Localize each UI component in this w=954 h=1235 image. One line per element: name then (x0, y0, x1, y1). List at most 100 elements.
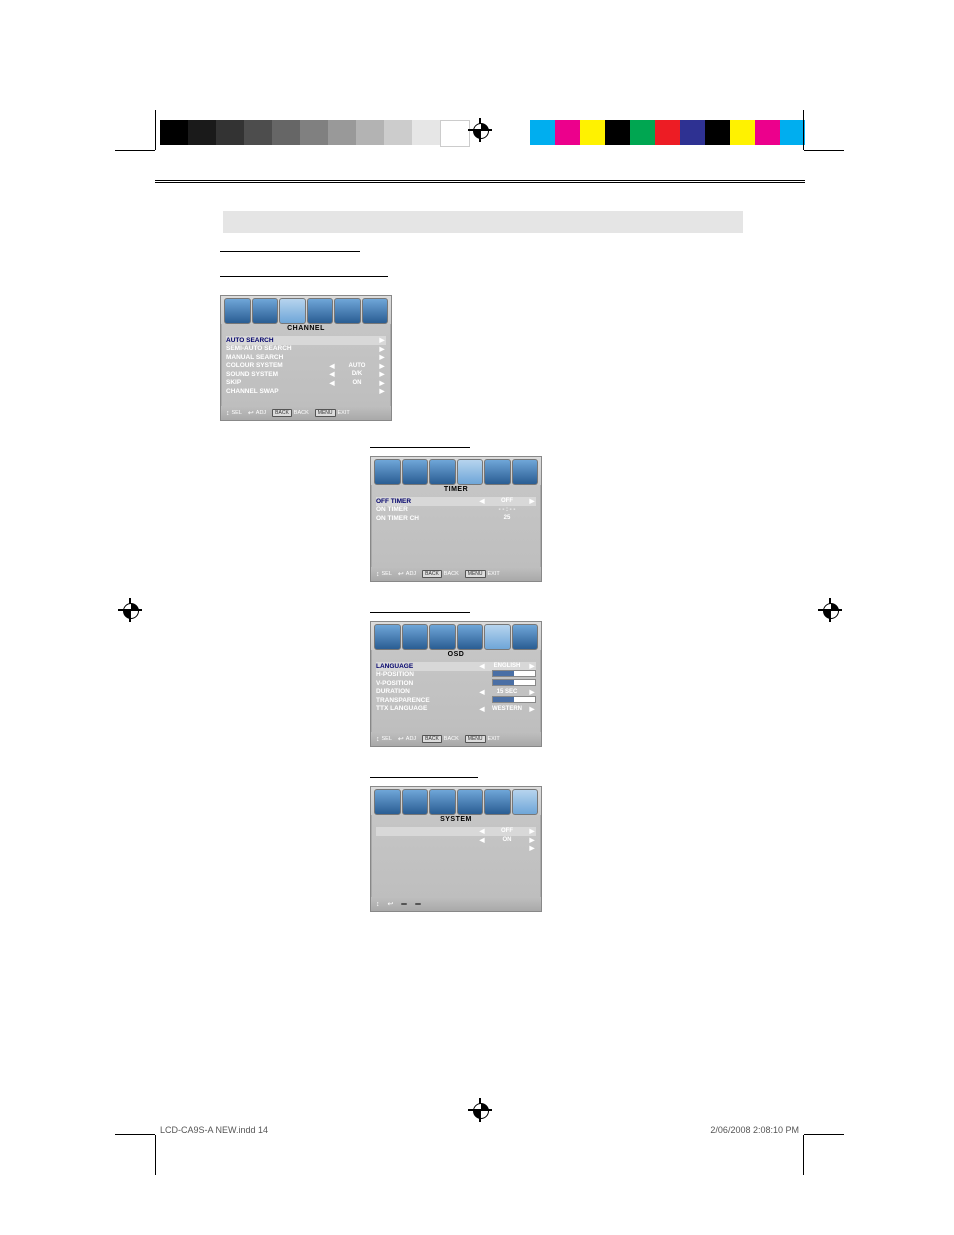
menu-row-label: TTX LANGUAGE (376, 705, 478, 712)
system-icon[interactable] (512, 624, 539, 650)
slider-value: 50 (542, 695, 549, 701)
arrow-right-icon: ▶ (528, 688, 536, 696)
footer-hint: MENUEXIT (465, 735, 500, 743)
channel-icon[interactable] (279, 298, 306, 324)
menu-row[interactable]: SOUND SYSTEM◀D/K▶ (226, 370, 386, 379)
arrow-left-icon: ◀ (478, 827, 486, 835)
menu-row[interactable]: TRANSPARENCE50 (376, 696, 536, 705)
timer-icon[interactable] (307, 298, 334, 324)
menu-row[interactable]: AUTO SEARCH▶ (226, 336, 386, 345)
sound-icon[interactable] (402, 789, 429, 815)
hint-text: EXIT (488, 571, 500, 577)
picture-icon[interactable] (374, 624, 401, 650)
system-icon[interactable] (362, 298, 389, 324)
menu-row-label: AUTO SEARCH (226, 337, 336, 344)
rule-double (155, 180, 805, 183)
menu-row[interactable]: V-POSITION 50 (376, 679, 536, 688)
timer-icon[interactable] (457, 459, 484, 485)
nav-symbol-icon: ↩ (398, 570, 404, 578)
timer-icon[interactable] (457, 789, 484, 815)
arrow-left-icon: ◀ (328, 362, 336, 370)
nav-symbol-icon: ↕ (376, 901, 380, 908)
footer-hint (415, 903, 423, 905)
osd-icon[interactable] (484, 789, 511, 815)
key-label: BACK (422, 570, 442, 578)
menu-row[interactable]: ◀OFF▶ (376, 827, 536, 836)
osd-icon[interactable] (484, 624, 511, 650)
slider-bar[interactable]: 50 (492, 679, 536, 686)
footer-hint: ↕SEL (376, 736, 392, 743)
slider-bar[interactable]: 50 (492, 670, 536, 677)
menu-row-value: WESTERN (486, 706, 528, 712)
menu-row-label: DURATION (376, 688, 478, 695)
menu-row[interactable]: LANGUAGE◀ENGLISH▶ (376, 662, 536, 671)
menu-row[interactable]: DURATION◀15 SEC▶ (376, 688, 536, 697)
hint-text: SEL (382, 736, 392, 742)
menu-row[interactable]: COLOUR SYSTEM◀AUTO▶ (226, 362, 386, 371)
arrow-right-icon: ▶ (378, 387, 386, 395)
system-icon[interactable] (512, 789, 539, 815)
hint-text: ADJ (406, 571, 416, 577)
footer-hint: ↩ (388, 900, 396, 908)
title-band (223, 211, 743, 233)
channel-icon[interactable] (429, 789, 456, 815)
footer-hint: BACKBACK (422, 735, 459, 743)
slider-value: 50 (542, 678, 549, 684)
crop-mark (155, 110, 156, 150)
menu-row[interactable]: CHANNEL SWAP▶ (226, 387, 386, 396)
slider-bar[interactable]: 50 (492, 696, 536, 703)
menu-row-value: 25 (478, 515, 536, 521)
menu-row[interactable]: SKIP◀ON▶ (226, 379, 386, 388)
menu-row-value: - - : - - (478, 507, 536, 513)
menu-row-value: 15 SEC (486, 689, 528, 695)
menu-row[interactable]: ON TIMER CH25 (376, 514, 536, 523)
key-label (401, 903, 407, 905)
osd-icon[interactable] (484, 459, 511, 485)
osd-body: OFF TIMER◀OFF▶ON TIMER- - : - -ON TIMER … (371, 494, 541, 567)
sound-icon[interactable] (252, 298, 279, 324)
osd-footer: ↕SEL↩ADJBACKBACKMENUEXIT (371, 732, 541, 746)
footer-timestamp: 2/06/2008 2:08:10 PM (710, 1125, 799, 1135)
channel-icon[interactable] (429, 624, 456, 650)
registration-mark-icon (820, 600, 840, 620)
timer-icon[interactable] (457, 624, 484, 650)
picture-icon[interactable] (374, 459, 401, 485)
osd-icon[interactable] (334, 298, 361, 324)
menu-row-value: ON (336, 380, 378, 386)
key-label (415, 903, 421, 905)
menu-row-label: OFF TIMER (376, 498, 478, 505)
picture-icon[interactable] (374, 789, 401, 815)
key-label: MENU (465, 735, 486, 743)
hint-text: SEL (382, 571, 392, 577)
osd-tab-icons (371, 622, 541, 650)
menu-row[interactable]: ◀ON▶ (376, 836, 536, 845)
menu-row[interactable]: ▶ (376, 844, 536, 853)
osd-tab-icons (371, 457, 541, 485)
channel-icon[interactable] (429, 459, 456, 485)
sound-icon[interactable] (402, 459, 429, 485)
registration-mark-icon (470, 1100, 490, 1120)
picture-icon[interactable] (224, 298, 251, 324)
footer-hint: MENUEXIT (315, 409, 350, 417)
menu-row-label: ON TIMER CH (376, 515, 478, 522)
footer-hint: ↩ADJ (248, 409, 266, 417)
footer-hint: ↕ (376, 901, 382, 908)
nav-symbol-icon: ↩ (398, 735, 404, 743)
menu-row[interactable]: H-POSITION50 (376, 671, 536, 680)
menu-row-label: V-POSITION (376, 680, 476, 687)
menu-row[interactable]: SEMI-AUTO SEARCH▶ (226, 345, 386, 354)
menu-row-value: OFF (486, 498, 528, 504)
menu-row[interactable]: ON TIMER- - : - - (376, 506, 536, 515)
menu-row[interactable]: TTX LANGUAGE◀WESTERN▶ (376, 705, 536, 714)
menu-row[interactable]: MANUAL SEARCH▶ (226, 353, 386, 362)
osd-menu-osd: OSD LANGUAGE◀ENGLISH▶H-POSITION50V-POSIT… (370, 621, 542, 747)
arrow-right-icon: ▶ (378, 379, 386, 387)
osd-title: OSD (371, 650, 541, 659)
osd-tab-icons (371, 787, 541, 815)
menu-row-label: LANGUAGE (376, 663, 478, 670)
sound-icon[interactable] (402, 624, 429, 650)
arrow-right-icon: ▶ (378, 353, 386, 361)
menu-row[interactable]: OFF TIMER◀OFF▶ (376, 497, 536, 506)
osd-tab-icons (221, 296, 391, 324)
system-icon[interactable] (512, 459, 539, 485)
